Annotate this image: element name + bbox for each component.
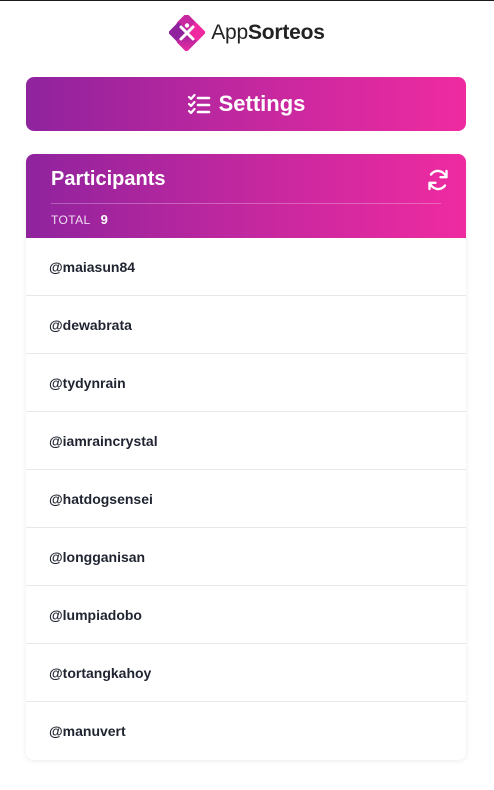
list-item: @tortangkahoy <box>26 644 466 702</box>
header-divider <box>51 203 441 204</box>
list-item: @longganisan <box>26 528 466 586</box>
brand-logo: AppSorteos <box>0 15 494 51</box>
checklist-icon <box>187 93 210 115</box>
refresh-icon <box>428 169 448 191</box>
list-item: @lumpiadobo <box>26 586 466 644</box>
participants-header: Participants TOTAL 9 <box>26 154 466 238</box>
appsorteos-logo-icon <box>169 15 206 51</box>
settings-button-label: Settings <box>218 91 306 116</box>
settings-button[interactable]: Settings <box>26 77 466 131</box>
list-item: @manuvert <box>49 723 126 739</box>
total-label: TOTAL <box>51 213 91 227</box>
list-item: @iamraincrystal <box>26 412 466 470</box>
brand-name-light: App <box>211 21 248 44</box>
list-item: @dewabrata <box>26 296 466 354</box>
total-count: TOTAL 9 <box>51 212 108 227</box>
participants-card: Participants TOTAL 9 @maiasun84 @dewabra… <box>26 154 466 760</box>
brand-name: AppSorteos <box>211 21 325 45</box>
list-item: @tydynrain <box>26 354 466 412</box>
list-item: @maiasun84 <box>26 238 466 296</box>
refresh-button[interactable] <box>426 168 450 192</box>
participants-list: @maiasun84 @dewabrata @tydynrain @iamrai… <box>26 238 466 760</box>
total-value: 9 <box>100 212 109 227</box>
participants-title: Participants <box>51 168 166 190</box>
brand-name-bold: Sorteos <box>247 21 325 44</box>
list-item: @hatdogsensei <box>26 470 466 528</box>
